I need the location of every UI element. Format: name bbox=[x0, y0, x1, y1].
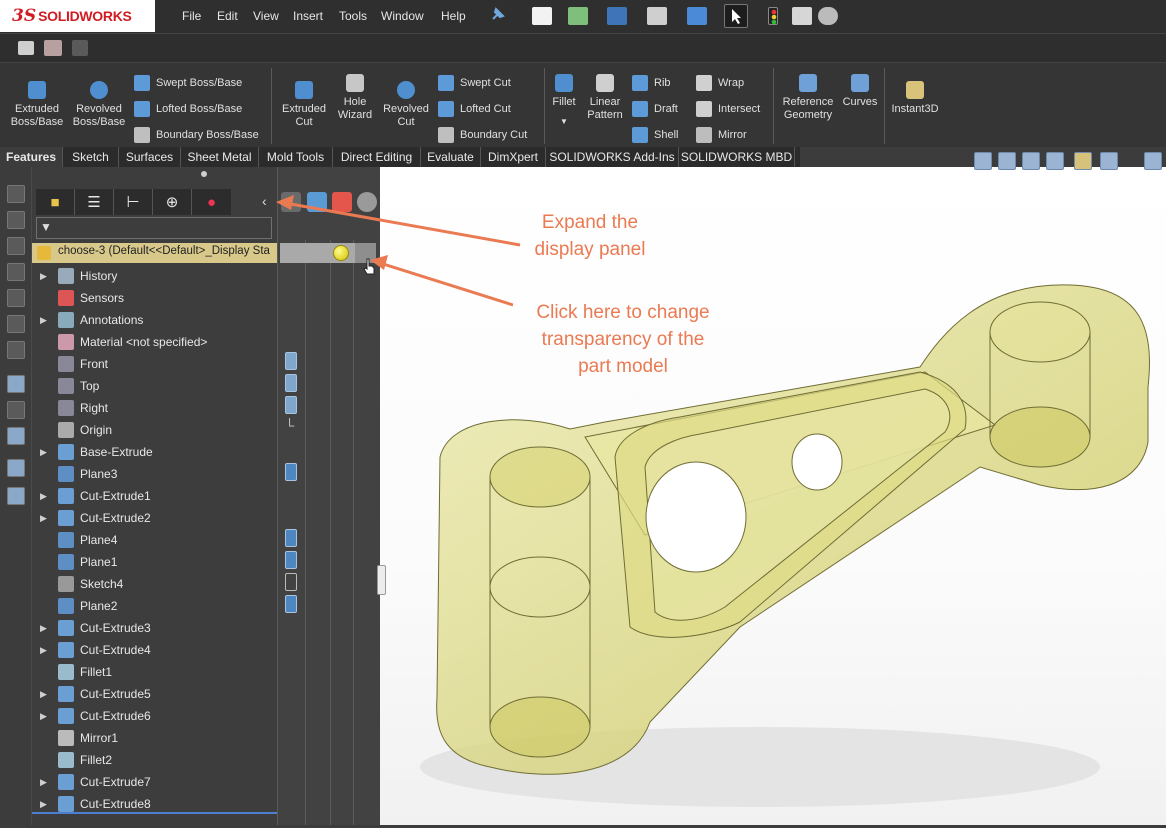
annotation-arrowhead bbox=[370, 255, 388, 270]
annotation-layer bbox=[276, 195, 521, 307]
annotation-change-transparency: Click here to change transparency of the… bbox=[536, 302, 710, 377]
annotation-arrow-transparency bbox=[379, 261, 514, 307]
annotation-expand-display-panel: Expand the display panel bbox=[534, 212, 646, 260]
annotation-arrow-expand bbox=[284, 201, 521, 247]
annotation-arrowhead bbox=[276, 195, 294, 210]
